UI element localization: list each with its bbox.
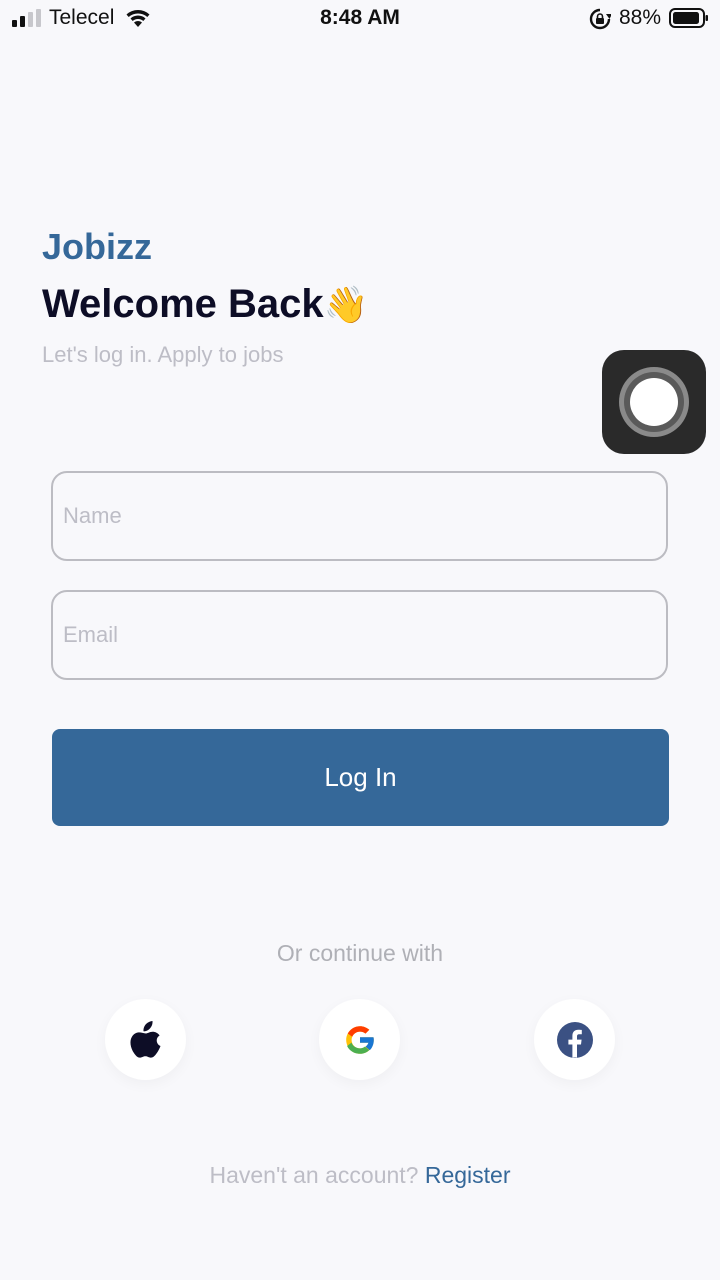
page-subtitle: Let's log in. Apply to jobs (42, 342, 284, 367)
continue-with-label: Or continue with (276, 940, 444, 966)
apple-signin-button[interactable] (105, 999, 186, 1080)
register-link[interactable]: Register (425, 1162, 511, 1188)
app-brand: Jobizz (42, 226, 153, 267)
assistive-touch-dot (630, 378, 678, 426)
google-signin-button[interactable] (319, 999, 400, 1080)
email-input[interactable] (51, 590, 668, 680)
name-input[interactable] (51, 471, 668, 561)
waving-hand-icon: 👋 (323, 284, 369, 325)
facebook-signin-button[interactable] (534, 999, 615, 1080)
status-bar: Telecel 8:48 AM 88% (0, 0, 720, 38)
login-button[interactable]: Log In (52, 729, 669, 826)
rotation-lock-icon (589, 8, 611, 30)
page-title-text: Welcome Back (42, 282, 324, 326)
page-title: Welcome Back👋 (42, 282, 368, 327)
apple-icon (129, 1020, 160, 1058)
battery-icon (669, 8, 708, 28)
google-icon (345, 1025, 375, 1054)
register-prompt: Haven't an account? Register (0, 1162, 720, 1189)
register-prompt-text: Haven't an account? (209, 1162, 419, 1188)
status-time: 8:48 AM (320, 6, 400, 29)
assistive-touch-button[interactable] (602, 350, 706, 454)
battery-percent: 88% (619, 6, 662, 29)
facebook-icon (556, 1021, 593, 1058)
login-screen: Telecel 8:48 AM 88% Jobizz Welcome Back👋… (0, 0, 720, 1280)
